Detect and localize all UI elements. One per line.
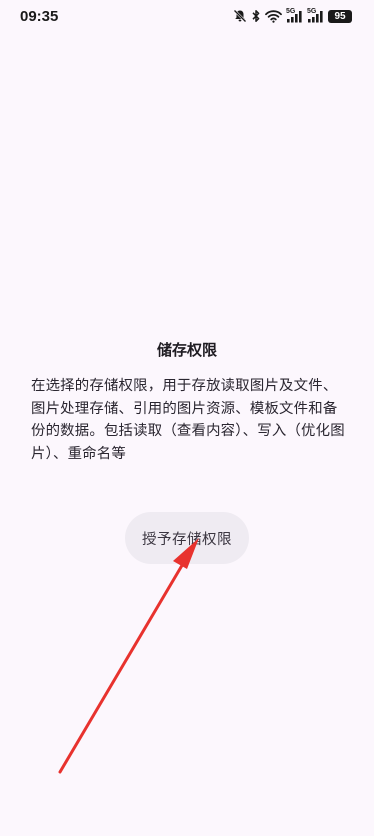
battery-level: 95 xyxy=(334,10,346,22)
signal-icon: 5G xyxy=(286,8,303,23)
status-bar: 09:35 5G 5G 95 xyxy=(0,0,374,36)
wifi-icon xyxy=(265,9,282,23)
signal-icon: 5G xyxy=(307,8,324,23)
bell-off-icon xyxy=(233,9,247,23)
battery-icon: 95 xyxy=(328,9,352,23)
status-icons: 5G 5G 95 xyxy=(233,8,352,23)
permission-description: 在选择的存储权限，用于存放读取图片及文件、图片处理存储、引用的图片资源、模板文件… xyxy=(31,378,345,462)
status-time: 09:35 xyxy=(20,8,59,25)
bluetooth-icon xyxy=(251,9,261,23)
permission-title: 储存权限 xyxy=(156,341,217,359)
grant-storage-permission-button[interactable]: 授予存储权限 xyxy=(125,512,249,564)
